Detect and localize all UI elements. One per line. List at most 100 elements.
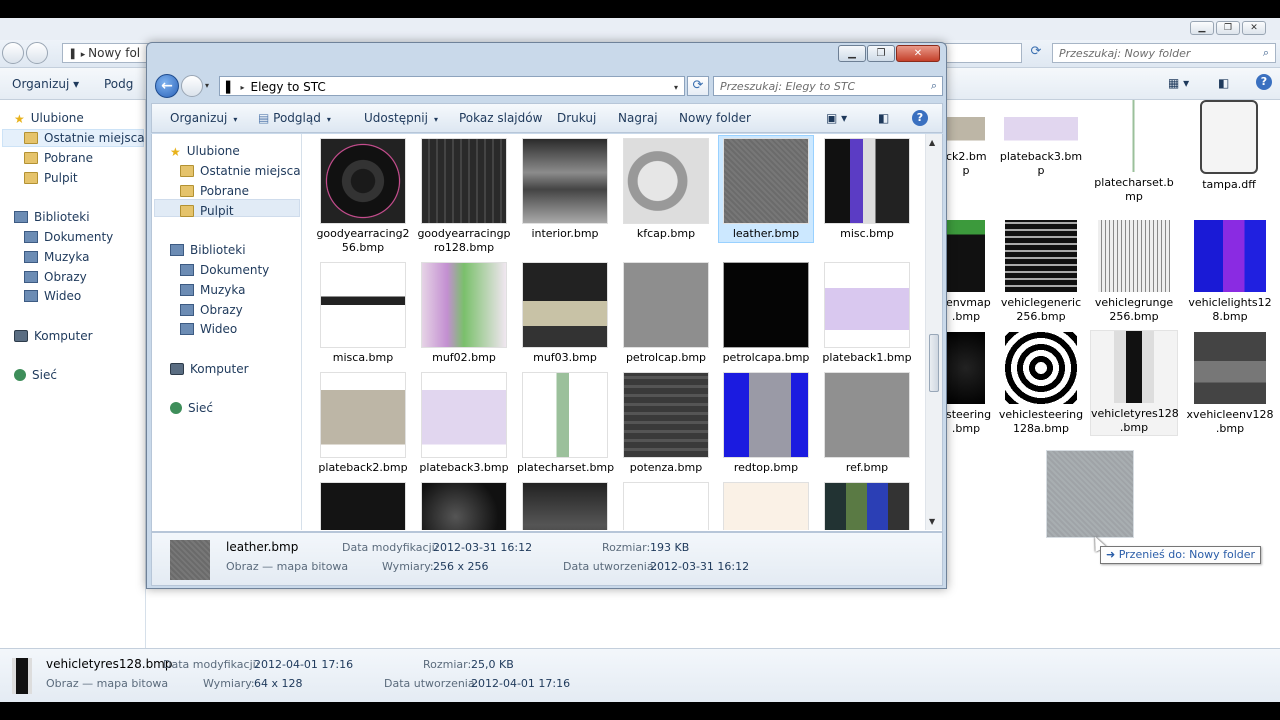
file-tile[interactable] (315, 482, 411, 530)
refresh-icon[interactable]: ⟳ (687, 76, 709, 96)
file-tile[interactable]: tampa.dff (1186, 100, 1272, 192)
sidebar-item-favorites[interactable]: ★ Ulubione (14, 111, 84, 126)
sidebar-item-pictures[interactable]: Obrazy (24, 270, 87, 284)
file-tile[interactable]: plateback1.bmp (819, 262, 915, 365)
file-tile[interactable]: envmap .bmp (946, 220, 991, 324)
file-tile[interactable] (819, 482, 915, 530)
scrollbar-thumb[interactable] (929, 334, 939, 392)
file-tile[interactable]: xvehicleenv128 .bmp (1186, 332, 1274, 436)
file-tile[interactable]: platecharset.b mp (1090, 100, 1178, 204)
print-button[interactable]: Drukuj (557, 111, 596, 125)
back-button[interactable]: ← (155, 74, 179, 98)
preview-pane-icon[interactable]: ◧ (1218, 76, 1229, 90)
file-tile-selected[interactable]: leather.bmp (718, 135, 814, 243)
forward-button[interactable] (181, 75, 203, 97)
sidebar-item-music[interactable]: Muzyka (24, 250, 89, 264)
share-menu[interactable]: Udostępnij ▾ (364, 111, 438, 125)
view-options-icon[interactable]: ▣ ▾ (826, 111, 847, 125)
sidebar-item-computer[interactable]: Komputer (14, 329, 93, 343)
sidebar-item-downloads[interactable]: Pobrane (24, 151, 93, 165)
sidebar-item-desktop[interactable]: Pulpit (180, 204, 234, 218)
organize-menu[interactable]: Organizuj ▾ (12, 77, 79, 91)
file-tile[interactable] (416, 482, 512, 530)
sidebar-item-network[interactable]: Sieć (14, 368, 57, 382)
sidebar-item-videos[interactable]: Wideo (24, 289, 81, 303)
file-tile[interactable]: vehiclegrunge 256.bmp (1090, 220, 1178, 324)
file-tile[interactable]: plateback3.bm p (998, 110, 1084, 178)
file-tile[interactable]: goodyearracing2 56.bmp (315, 138, 411, 255)
recent-pages-dropdown[interactable]: ▾ (205, 81, 209, 90)
scroll-up-icon[interactable]: ▲ (929, 138, 935, 147)
minimize-button[interactable]: ▁ (1190, 21, 1214, 35)
file-tile[interactable]: plateback2.bmp (315, 372, 411, 475)
file-tile[interactable] (718, 482, 814, 530)
file-tile[interactable] (618, 482, 714, 530)
sidebar-item-documents[interactable]: Dokumenty (24, 230, 113, 244)
sidebar-item-recent[interactable]: Ostatnie miejsca (24, 131, 145, 145)
sidebar-item-documents[interactable]: Dokumenty (180, 263, 269, 277)
file-tile[interactable] (517, 482, 613, 530)
vertical-scrollbar[interactable]: ▲ ▼ (925, 134, 942, 530)
sidebar-item-videos[interactable]: Wideo (180, 322, 237, 336)
preview-pane-icon[interactable]: ◧ (878, 111, 889, 125)
back-button[interactable] (2, 42, 24, 64)
file-tile[interactable]: potenza.bmp (618, 372, 714, 475)
file-tile[interactable]: petrolcap.bmp (618, 262, 714, 365)
file-tile[interactable]: vehiclesteering 128a.bmp (998, 332, 1084, 436)
preview-menu[interactable]: Podg (104, 77, 133, 91)
background-search-input[interactable]: Przeszukaj: Nowy folder ⌕ (1052, 43, 1276, 63)
file-tile[interactable]: plateback3.bmp (416, 372, 512, 475)
file-tile[interactable]: steering .bmp (946, 332, 991, 436)
file-tile[interactable]: kfcap.bmp (618, 138, 714, 241)
close-button[interactable]: ✕ (1242, 21, 1266, 35)
close-button[interactable]: ✕ (896, 45, 940, 62)
documents-icon (24, 231, 38, 243)
help-icon[interactable]: ? (1256, 74, 1272, 90)
sidebar-item-network[interactable]: Sieć (170, 401, 213, 415)
file-tile[interactable]: vehicletyres128 .bmp (1090, 330, 1179, 436)
preview-menu[interactable]: ▤ Podgląd ▾ (258, 111, 331, 125)
slideshow-button[interactable]: Pokaz slajdów (459, 111, 542, 125)
file-tile[interactable]: goodyearracingp ro128.bmp (416, 138, 512, 255)
file-tile[interactable]: vehiclegeneric 256.bmp (998, 220, 1084, 324)
address-input[interactable]: ▌ ▸ Elegy to STC ▾ (219, 76, 685, 96)
maximize-button[interactable]: ❐ (1216, 21, 1240, 35)
sidebar-item-computer[interactable]: Komputer (170, 362, 249, 376)
sidebar-item-music[interactable]: Muzyka (180, 283, 245, 297)
sidebar-item-desktop[interactable]: Pulpit (24, 171, 78, 185)
file-label: muf03.bmp (533, 351, 597, 364)
file-tile[interactable]: misc.bmp (819, 138, 915, 241)
burn-button[interactable]: Nagraj (618, 111, 658, 125)
forward-button[interactable] (26, 42, 48, 64)
maximize-button[interactable]: ❐ (867, 45, 895, 62)
file-tile[interactable]: misca.bmp (315, 262, 411, 365)
file-tile[interactable]: redtop.bmp (718, 372, 814, 475)
sidebar-item-pictures[interactable]: Obrazy (180, 303, 243, 317)
file-tile[interactable]: vehiclelights12 8.bmp (1186, 220, 1274, 324)
view-options-icon[interactable]: ▦ ▾ (1168, 76, 1189, 90)
minimize-button[interactable]: ▁ (838, 45, 866, 62)
file-tile[interactable]: muf03.bmp (517, 262, 613, 365)
breadcrumb-current[interactable]: Elegy to STC (250, 80, 325, 94)
sidebar-item-libraries[interactable]: Biblioteki (170, 243, 246, 257)
breadcrumb-chevron-icon[interactable]: ▸ (240, 83, 244, 92)
sidebar-item-libraries[interactable]: Biblioteki (14, 210, 90, 224)
file-tile[interactable]: interior.bmp (517, 138, 613, 241)
sidebar-item-downloads[interactable]: Pobrane (180, 184, 249, 198)
file-thumbnail (723, 372, 809, 458)
help-icon[interactable]: ? (912, 110, 928, 126)
address-dropdown-icon[interactable]: ▾ (674, 83, 678, 92)
search-input[interactable]: Przeszukaj: Elegy to STC ⌕ (713, 76, 943, 96)
refresh-icon[interactable]: ⟳ (1026, 44, 1046, 62)
file-tile[interactable]: ck2.bm p (946, 110, 987, 178)
file-tile[interactable]: ref.bmp (819, 372, 915, 475)
new-folder-button[interactable]: Nowy folder (679, 111, 751, 125)
file-tile[interactable]: muf02.bmp (416, 262, 512, 365)
organize-menu[interactable]: Organizuj ▾ (170, 111, 237, 125)
sidebar-item-recent[interactable]: Ostatnie miejsca (180, 164, 301, 178)
sidebar-item-favorites[interactable]: ★ Ulubione (170, 144, 240, 159)
file-tile[interactable]: petrolcapa.bmp (718, 262, 814, 365)
file-label: tampa.dff (1202, 178, 1256, 191)
file-tile[interactable]: platecharset.bmp (517, 372, 614, 475)
scroll-down-icon[interactable]: ▼ (929, 517, 935, 526)
